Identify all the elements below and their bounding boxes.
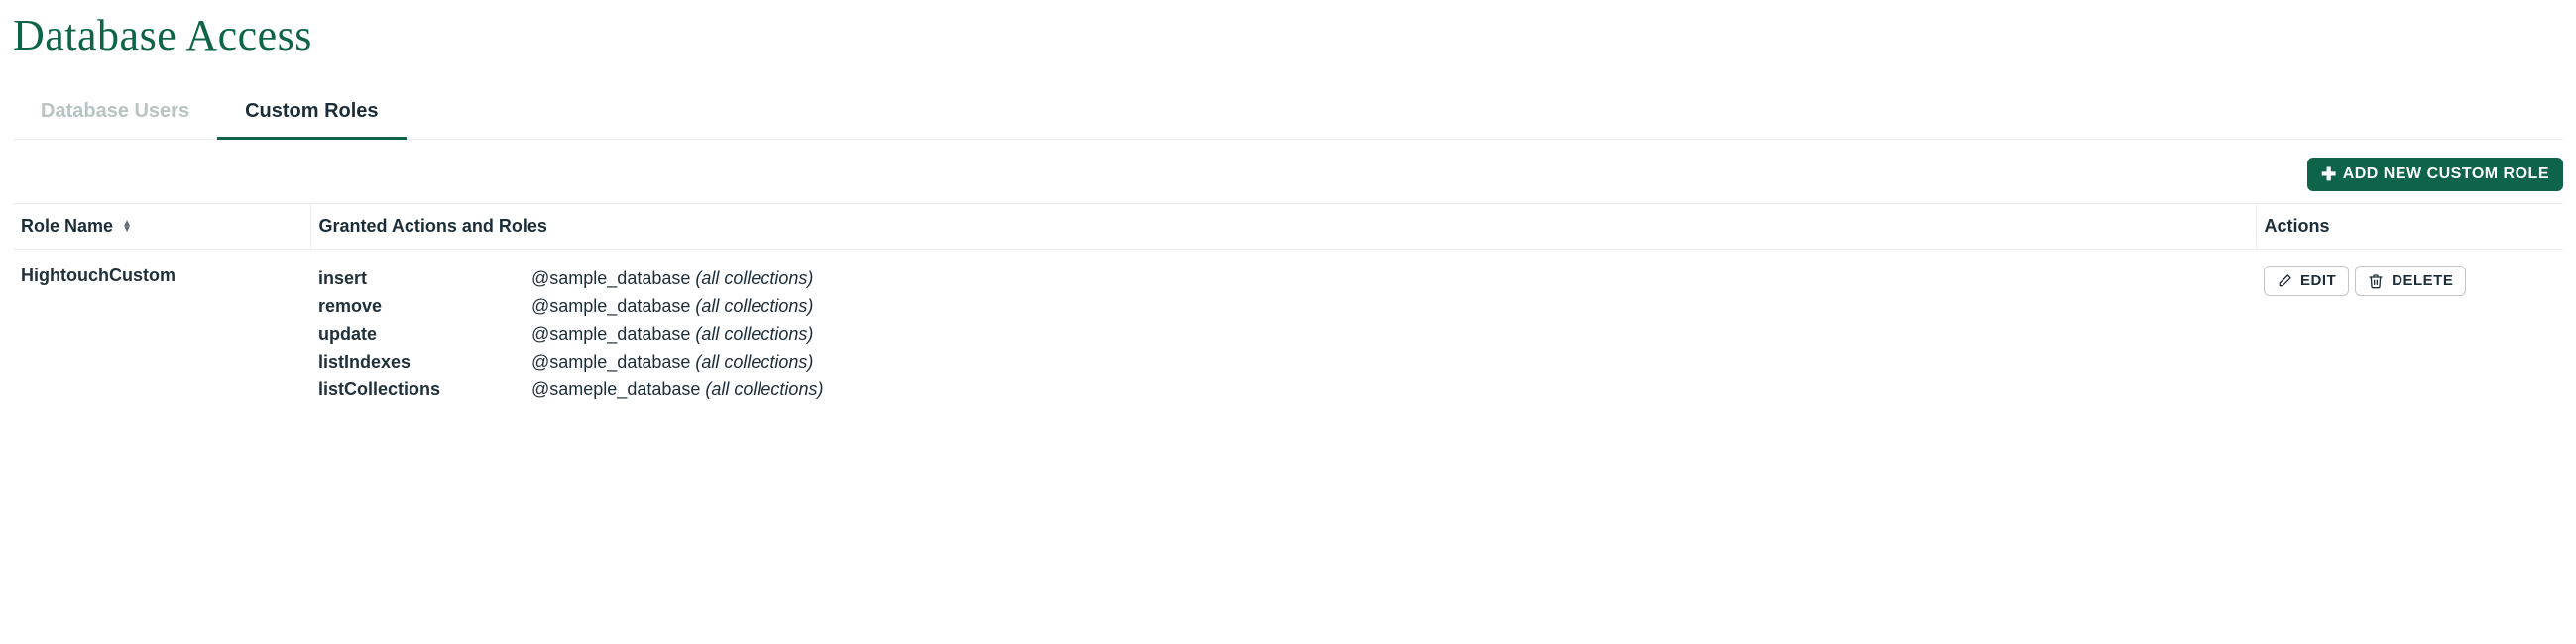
granted-target: @sample_database (all collections) xyxy=(531,293,813,321)
granted-row: remove @sample_database (all collections… xyxy=(318,293,2248,321)
granted-target-scope: (all collections) xyxy=(695,352,813,372)
granted-action: listIndexes xyxy=(318,349,531,376)
col-header-role-name[interactable]: Role Name ▲▼ xyxy=(13,204,310,250)
tab-database-users[interactable]: Database Users xyxy=(13,90,217,139)
granted-row: insert @sample_database (all collections… xyxy=(318,266,2248,293)
granted-target-db: @sample_database xyxy=(531,296,690,316)
granted-target: @sameple_database (all collections) xyxy=(531,376,823,404)
granted-target-scope: (all collections) xyxy=(705,379,823,399)
granted-target-db: @sample_database xyxy=(531,268,690,288)
granted-action: listCollections xyxy=(318,376,531,404)
granted-row: update @sample_database (all collections… xyxy=(318,321,2248,349)
granted-target: @sample_database (all collections) xyxy=(531,321,813,349)
edit-button[interactable]: EDIT xyxy=(2264,266,2349,296)
granted-row: listCollections @sameple_database (all c… xyxy=(318,376,2248,404)
table-row: HightouchCustom insert @sample_database … xyxy=(13,250,2563,420)
edit-button-label: EDIT xyxy=(2300,272,2336,289)
sort-icon: ▲▼ xyxy=(122,221,132,233)
granted-target-db: @sameple_database xyxy=(531,379,700,399)
granted-action: update xyxy=(318,321,531,349)
page-title: Database Access xyxy=(13,10,2563,60)
granted-cell: insert @sample_database (all collections… xyxy=(310,250,2256,420)
add-button-label: ADD NEW CUSTOM ROLE xyxy=(2343,165,2549,183)
granted-target-scope: (all collections) xyxy=(695,296,813,316)
granted-row: listIndexes @sample_database (all collec… xyxy=(318,349,2248,376)
granted-target: @sample_database (all collections) xyxy=(531,349,813,376)
granted-action: remove xyxy=(318,293,531,321)
toolbar: ✚ ADD NEW CUSTOM ROLE xyxy=(13,158,2563,191)
granted-target: @sample_database (all collections) xyxy=(531,266,813,293)
col-header-actions: Actions xyxy=(2256,204,2563,250)
delete-button-label: DELETE xyxy=(2392,272,2453,289)
trash-icon xyxy=(2368,273,2384,289)
row-actions-cell: EDIT DELETE xyxy=(2256,250,2563,420)
roles-table: Role Name ▲▼ Granted Actions and Roles A… xyxy=(13,203,2563,419)
granted-target-db: @sample_database xyxy=(531,324,690,344)
add-new-custom-role-button[interactable]: ✚ ADD NEW CUSTOM ROLE xyxy=(2307,158,2563,191)
role-name-cell: HightouchCustom xyxy=(13,250,310,420)
granted-target-db: @sample_database xyxy=(531,352,690,372)
granted-target-scope: (all collections) xyxy=(695,324,813,344)
col-header-role-name-label: Role Name xyxy=(21,216,113,236)
granted-action: insert xyxy=(318,266,531,293)
granted-target-scope: (all collections) xyxy=(695,268,813,288)
col-header-granted: Granted Actions and Roles xyxy=(310,204,2256,250)
pencil-icon xyxy=(2277,273,2292,289)
delete-button[interactable]: DELETE xyxy=(2355,266,2466,296)
tabs: Database Users Custom Roles xyxy=(13,90,2563,140)
tab-custom-roles[interactable]: Custom Roles xyxy=(217,90,406,140)
plus-icon: ✚ xyxy=(2321,165,2337,183)
